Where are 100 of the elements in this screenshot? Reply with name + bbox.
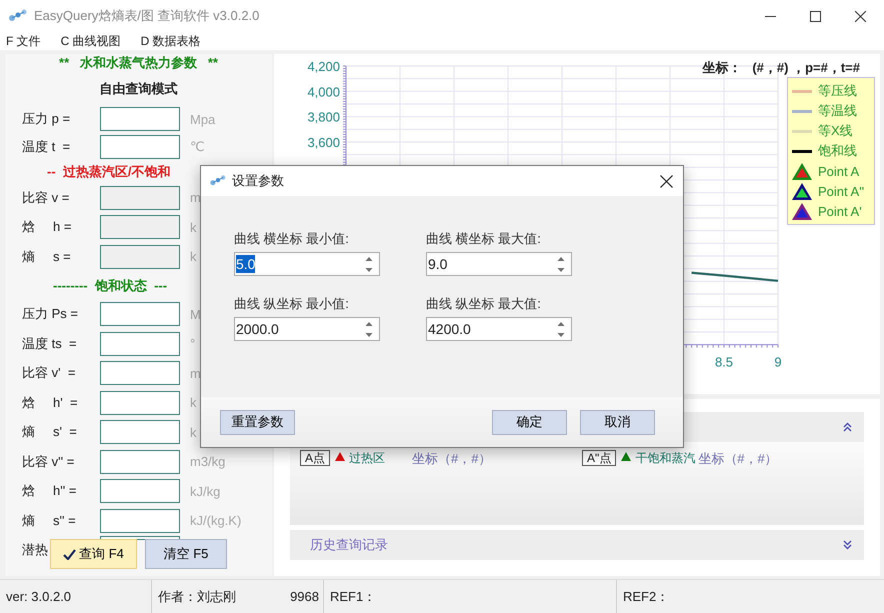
field-label: 曲线 纵坐标 最小值: bbox=[234, 295, 350, 313]
spin-field[interactable]: 9.0 bbox=[426, 252, 572, 276]
ref-label: REF1： bbox=[329, 588, 378, 606]
version-label: ver: 3.0.2.0 bbox=[5, 589, 72, 604]
clear-button[interactable]: 清空 F5 bbox=[145, 539, 227, 569]
query-button[interactable]: 查询 F4 bbox=[50, 539, 137, 569]
menu-item[interactable]: C 曲线视图 bbox=[60, 32, 121, 50]
field-label: 温度 ts = bbox=[22, 334, 77, 353]
tick-label: 8.5 bbox=[714, 354, 734, 370]
unit-label: ° bbox=[190, 336, 196, 352]
unit-label: m3/kg bbox=[190, 454, 226, 470]
field-label: 焓 h' = bbox=[22, 394, 78, 412]
region-label: 干饱和蒸汽 bbox=[635, 450, 696, 467]
legend-label: 饱和线 bbox=[818, 142, 857, 160]
unit-label: k bbox=[190, 395, 196, 410]
author-label: 作者：刘志刚 bbox=[157, 588, 237, 606]
input-field[interactable] bbox=[100, 420, 180, 444]
unit-label: ℃ bbox=[190, 139, 205, 155]
input-field[interactable] bbox=[100, 361, 180, 386]
mode-label: 自由查询模式 bbox=[98, 80, 178, 98]
triangle-icon bbox=[792, 182, 812, 200]
legend-label: Point A'' bbox=[818, 184, 864, 198]
legend-label: Point A' bbox=[818, 204, 862, 218]
section-heading: -------- 饱和状态 --- bbox=[53, 276, 168, 294]
tick-label: 3,600 bbox=[307, 135, 340, 150]
field-label: 比容 v' = bbox=[22, 364, 76, 382]
unit-label: k bbox=[190, 220, 196, 235]
field-label: 温度 t = bbox=[22, 138, 70, 156]
field-label: 比容 v'' = bbox=[22, 452, 74, 471]
section-heading: -- 过热蒸汽区/不饱和 bbox=[47, 163, 170, 181]
region-label: 过热区 bbox=[349, 450, 386, 467]
spin-arrows-icon[interactable] bbox=[365, 320, 373, 338]
close-icon[interactable] bbox=[660, 174, 673, 188]
input-field[interactable] bbox=[100, 332, 180, 356]
unit-label: k bbox=[190, 249, 196, 264]
window-title: EasyQuery焓熵表/图 查询软件 v3.0.2.0 bbox=[34, 7, 260, 25]
reset-button[interactable]: 重置参数 bbox=[220, 410, 295, 434]
app-icon bbox=[8, 9, 28, 23]
collapse-icon[interactable] bbox=[843, 422, 852, 432]
unit-label: m bbox=[190, 190, 201, 206]
unit-label: k bbox=[190, 424, 196, 440]
spin-arrows-icon[interactable] bbox=[557, 256, 565, 272]
legend-label: 等压线 bbox=[818, 82, 857, 100]
tick-label: 9 bbox=[774, 354, 782, 370]
spin-field[interactable]: 2000.0 bbox=[234, 317, 380, 341]
input-field[interactable] bbox=[100, 479, 180, 504]
menu-item[interactable]: F 文件 bbox=[6, 32, 41, 50]
ref-label: REF2： bbox=[622, 588, 670, 606]
unit-label: kJ/kg bbox=[190, 484, 220, 499]
legend-label: 等温线 bbox=[818, 102, 857, 120]
close-icon[interactable] bbox=[855, 10, 866, 22]
tick-label: 3,800 bbox=[307, 110, 340, 125]
coordinates-value: 坐标（#，#） bbox=[698, 450, 778, 468]
input-field[interactable] bbox=[100, 508, 180, 533]
field-label: 比容 v = bbox=[22, 188, 70, 207]
input-field[interactable] bbox=[100, 390, 180, 415]
field-label: 压力 Ps = bbox=[22, 305, 78, 324]
spin-arrows-icon[interactable] bbox=[557, 320, 565, 338]
input-field[interactable] bbox=[100, 107, 180, 131]
point-tag: A点 bbox=[300, 450, 330, 466]
checkmark-icon bbox=[63, 548, 76, 560]
unit-label: m bbox=[190, 366, 201, 381]
field-label: 曲线 横坐标 最小值: bbox=[234, 230, 350, 248]
field-label: 焓 h'' = bbox=[22, 482, 76, 500]
field-label: 熵 s = bbox=[22, 248, 71, 266]
legend-label: Point A bbox=[818, 164, 860, 178]
field-label: 焓 h = bbox=[22, 218, 72, 236]
menu-item[interactable]: D 数据表格 bbox=[140, 32, 201, 50]
coordinates-value: 坐标（#，#） bbox=[412, 450, 492, 468]
unit-label: kJ/(kg.K) bbox=[190, 513, 242, 528]
coordinates-label: 坐标： (#，#) ，p=#，t=# bbox=[702, 59, 860, 77]
dialog-title: 设置参数 bbox=[232, 172, 284, 190]
tick-label: 4,200 bbox=[307, 59, 340, 74]
legend-label: 等X线 bbox=[818, 122, 853, 140]
point-tag: A"点 bbox=[582, 450, 616, 466]
field-label: 压力 p = bbox=[22, 110, 70, 128]
unit-label: M bbox=[190, 306, 201, 322]
input-field[interactable] bbox=[100, 302, 180, 326]
spin-arrows-icon[interactable] bbox=[365, 256, 373, 272]
ok-button[interactable]: 确定 bbox=[492, 410, 567, 434]
spin-field[interactable]: 5.0 bbox=[234, 252, 380, 276]
field-label: 潜热 bbox=[22, 541, 48, 560]
spin-field[interactable]: 4200.0 bbox=[426, 317, 572, 341]
history-header[interactable]: 历史查询记录 bbox=[290, 530, 864, 560]
app-icon bbox=[209, 175, 227, 187]
tick-label: 4,000 bbox=[307, 84, 340, 100]
maximize-icon[interactable] bbox=[810, 10, 821, 22]
expand-icon bbox=[843, 540, 852, 550]
field-label: 熵 s'' = bbox=[22, 512, 76, 530]
cancel-button[interactable]: 取消 bbox=[580, 410, 655, 434]
field-label: 熵 s' = bbox=[22, 423, 77, 442]
input-field[interactable] bbox=[100, 450, 180, 474]
count-label: 9968 bbox=[289, 589, 320, 604]
panel-heading: ** 水和水蒸气热力参数 ** bbox=[58, 54, 219, 72]
unit-label: Mpa bbox=[190, 112, 216, 126]
field-label: 曲线 纵坐标 最大值: bbox=[426, 295, 542, 313]
input-field[interactable] bbox=[100, 135, 180, 159]
triangle-icon bbox=[792, 162, 812, 180]
field-label: 曲线 横坐标 最大值: bbox=[426, 230, 542, 248]
triangle-icon bbox=[792, 202, 812, 220]
